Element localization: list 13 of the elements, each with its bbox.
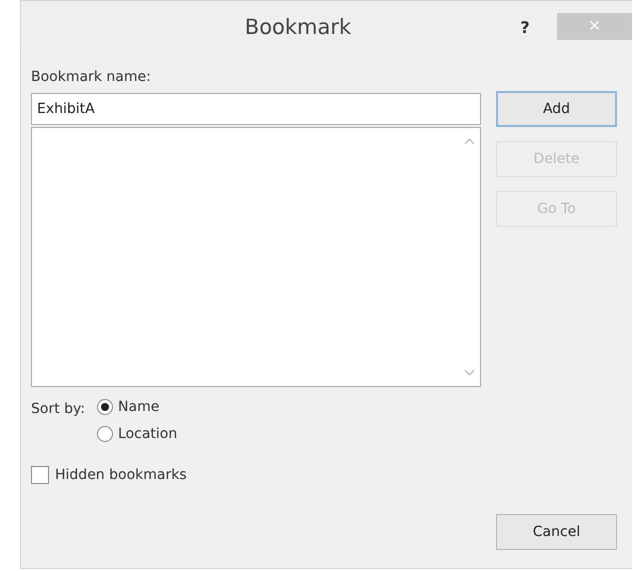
sort-label: Sort by: bbox=[31, 400, 86, 419]
hidden-bookmarks-checkbox[interactable]: Hidden bookmarks bbox=[31, 466, 481, 484]
action-button[interactable]: Add bbox=[496, 91, 617, 127]
radio-option[interactable]: Name bbox=[97, 399, 178, 415]
field-label: Bookmark name: bbox=[31, 69, 152, 85]
scroll-down-icon[interactable] bbox=[464, 369, 474, 376]
scroll-up-icon[interactable] bbox=[464, 138, 474, 145]
name-field[interactable]: ExhibitA bbox=[31, 93, 481, 125]
cancel-button[interactable]: Cancel bbox=[496, 514, 617, 550]
radio-option[interactable]: Location bbox=[97, 426, 178, 442]
help-button[interactable]: ? bbox=[505, 18, 545, 36]
bookmark-list[interactable] bbox=[31, 127, 481, 387]
window-title: Bookmark bbox=[244, 15, 352, 39]
